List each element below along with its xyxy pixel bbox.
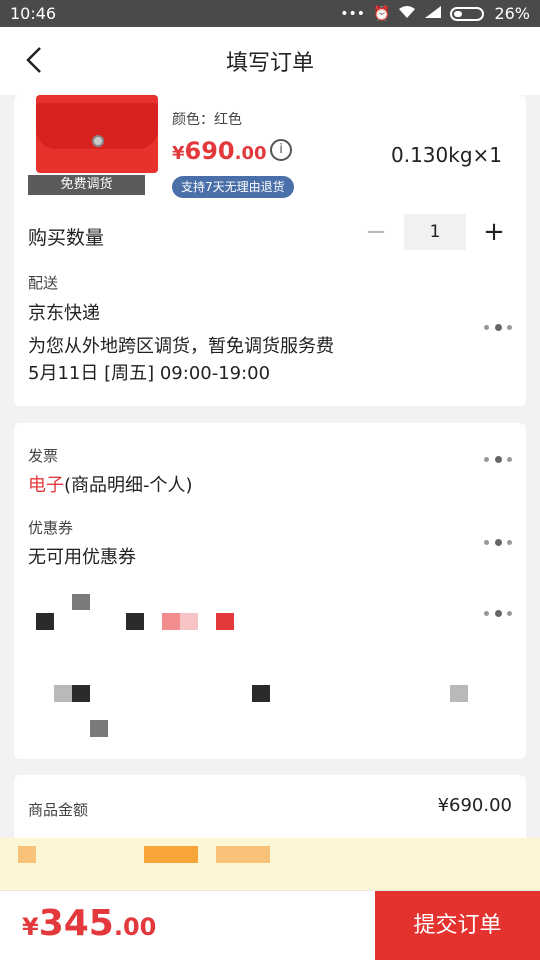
checkout-bar: ¥345.00 提交订单 (0, 890, 540, 960)
product-weight: 0.130kg×1 (390, 143, 502, 167)
delivery-time[interactable]: 5月11日 [周五] 09:00-19:00 (28, 359, 270, 385)
coupon-more-icon[interactable] (484, 537, 512, 547)
alarm-icon: ⏰ (373, 5, 391, 22)
quantity-input[interactable]: 1 (404, 214, 466, 250)
signal-icon (424, 5, 442, 23)
redacted-block (72, 685, 90, 702)
info-icon[interactable]: i (270, 139, 292, 161)
back-button[interactable] (20, 45, 50, 75)
redacted-block (36, 613, 54, 630)
redacted-block (252, 685, 270, 702)
redacted-block (72, 594, 90, 610)
submit-order-button[interactable]: 提交订单 (375, 891, 540, 960)
more-notifications-icon: ••• (340, 5, 365, 22)
product-color: 颜色：红色 (172, 112, 242, 128)
wifi-icon (398, 5, 416, 23)
order-item-card: 免费调货 颜色：红色 ¥690.00 i 0.130kg×1 支持7天无理由退货… (14, 95, 526, 406)
redacted-block (126, 613, 144, 630)
redacted-block (450, 685, 468, 702)
redacted-block (162, 613, 180, 630)
goods-amount-label: 商品金额 (28, 801, 89, 819)
quantity-label: 购买数量 (28, 227, 105, 249)
redacted-block (144, 846, 198, 863)
redacted-block (18, 846, 36, 863)
total-price: ¥345.00 (22, 903, 156, 944)
product-price: ¥690.00 (172, 137, 267, 165)
redacted-block (180, 613, 198, 630)
product-image[interactable] (36, 95, 158, 173)
status-icons: ••• ⏰ (340, 5, 485, 23)
delivery-label: 配送 (28, 274, 59, 292)
coupon-label: 优惠券 (28, 519, 74, 537)
battery-level: 26% (494, 4, 530, 23)
quantity-plus-button[interactable]: + (482, 215, 506, 249)
return-policy-badge: 支持7天无理由退货 (172, 176, 294, 198)
redacted-block (90, 720, 108, 737)
coupon-value[interactable]: 无可用优惠券 (28, 543, 136, 569)
invoice-type: 电子 (28, 475, 64, 496)
redacted-block (216, 613, 234, 630)
invoice-value[interactable]: 电子(商品明细-个人) (28, 471, 193, 497)
goods-amount-value: ¥690.00 (437, 795, 512, 816)
battery-icon (450, 6, 485, 21)
delivery-more-icon[interactable] (484, 322, 512, 332)
redacted-block (216, 846, 270, 863)
total-main: 345 (38, 903, 114, 944)
invoice-detail: (商品明细-个人) (64, 475, 193, 496)
invoice-label: 发票 (28, 447, 59, 465)
promo-strip (0, 838, 540, 890)
total-cents: .00 (113, 913, 157, 941)
delivery-carrier[interactable]: 京东快递 (28, 299, 100, 325)
total-currency: ¥ (22, 913, 39, 941)
invoice-coupon-card: 发票 电子(商品明细-个人) 优惠券 无可用优惠券 (14, 423, 526, 759)
status-time: 10:46 (10, 4, 57, 23)
delivery-note: 为您从外地跨区调货，暂免调货服务费 (28, 336, 334, 357)
redacted-block (54, 685, 72, 702)
price-main: 690 (184, 137, 235, 165)
page-title: 填写订单 (225, 51, 314, 76)
chevron-left-icon (26, 47, 41, 73)
status-bar: 10:46 ••• ⏰ 26% (0, 0, 540, 27)
status-right: ••• ⏰ 26% (340, 4, 530, 23)
nav-bar: 填写订单 (0, 27, 540, 95)
invoice-more-icon[interactable] (484, 454, 512, 464)
redacted-more-icon[interactable] (484, 608, 512, 618)
wallet-clasp-shape (92, 135, 104, 147)
price-cents: .00 (234, 143, 267, 164)
price-currency: ¥ (172, 143, 185, 164)
free-transfer-tag: 免费调货 (28, 175, 145, 195)
quantity-minus-button[interactable]: − (364, 215, 388, 249)
